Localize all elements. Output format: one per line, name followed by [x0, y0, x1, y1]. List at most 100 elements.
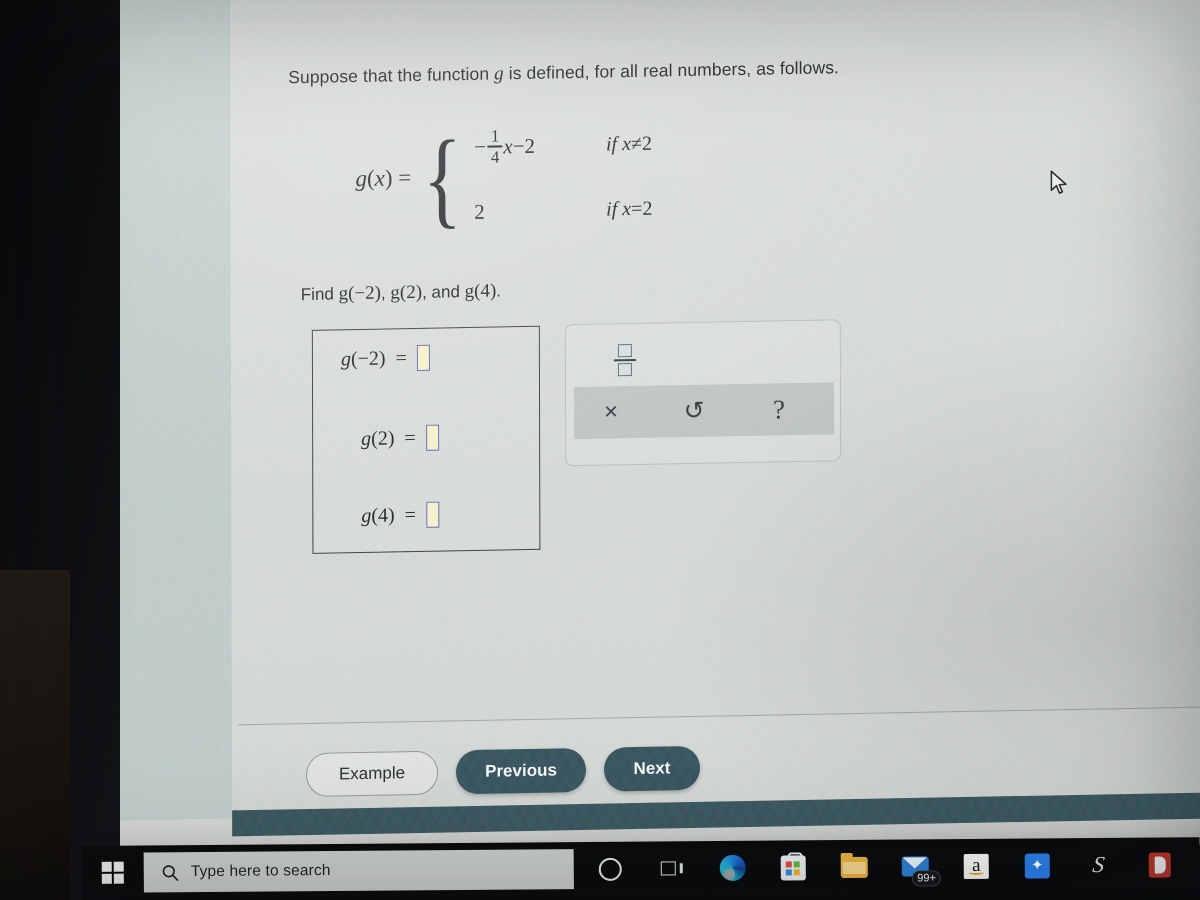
case-2-cond-var: x — [622, 198, 632, 221]
function-close-paren: ) — [384, 164, 393, 191]
search-placeholder-text: Type here to search — [190, 862, 331, 881]
slash-app-icon: S — [1090, 851, 1106, 878]
case-row-1: − 1 4 x −2 if x≠2 — [474, 125, 652, 166]
case-1-if: if — [605, 132, 618, 155]
task-view-icon — [660, 860, 683, 877]
taskbar-item-task-view[interactable] — [641, 841, 702, 895]
function-equals-sign: = — [398, 164, 412, 190]
case-2-cond-op: = — [631, 197, 643, 221]
taskbar-item-file-explorer[interactable] — [824, 840, 885, 894]
windows-logo-icon — [101, 861, 124, 884]
answer-row-2-argument: (2) — [371, 426, 395, 450]
piecewise-function-definition: g(x) = { − 1 4 x −2 if x≠2 2 if x=2 — [355, 118, 653, 239]
screen-plane: Suppose that the function g is defined, … — [30, 0, 1200, 867]
fraction-bar-icon — [613, 359, 636, 362]
answer-row-1-argument: (−2) — [350, 347, 386, 370]
answer-input-g-minus-2[interactable] — [416, 344, 430, 371]
windows-taskbar: Type here to search 99+ a ✦ S — [81, 837, 1200, 900]
case-2-condition: if x=2 — [606, 198, 652, 222]
answer-row-2-equals: = — [404, 426, 416, 449]
taskbar-item-cortana[interactable] — [580, 842, 641, 896]
search-icon — [162, 864, 179, 881]
navigation-buttons: Example Previous Next — [305, 745, 701, 798]
case-1-condition: if x≠2 — [606, 132, 652, 156]
taskbar-item-amazon[interactable]: a — [946, 839, 1007, 893]
case-2-value: 2 — [474, 199, 485, 224]
taskbar-item-office[interactable] — [1129, 837, 1190, 891]
palette-action-row: × ↺ ? — [573, 382, 835, 440]
help-icon[interactable]: ? — [740, 383, 818, 436]
find-item-2: g(2) — [390, 281, 423, 304]
answer-row-1-equals: = — [395, 346, 407, 369]
answer-row-2: g (2) = — [361, 424, 439, 452]
taskbar-pinned-apps: 99+ a ✦ S — [580, 837, 1190, 896]
answer-input-g-4[interactable] — [425, 501, 439, 528]
undo-icon[interactable]: ↺ — [648, 384, 740, 438]
fraction-denominator-placeholder-icon — [617, 362, 632, 377]
find-conjunction: and — [431, 282, 460, 302]
start-button[interactable] — [82, 846, 144, 900]
amazon-icon: a — [963, 853, 989, 879]
next-button[interactable]: Next — [603, 745, 701, 792]
case-2-if: if — [606, 198, 618, 221]
prompt-function-variable: g — [494, 63, 504, 85]
case-row-2: 2 if x=2 — [474, 197, 652, 225]
case-1-expression: − 1 4 x −2 — [473, 125, 606, 167]
answer-row-3-equals: = — [404, 503, 416, 526]
taskbar-item-store[interactable] — [763, 840, 824, 894]
case-1-cond-var: x — [622, 132, 632, 155]
find-item-3: g(4) — [464, 280, 497, 303]
find-period: . — [496, 281, 502, 301]
case-1-cond-val: 2 — [641, 132, 653, 155]
find-instruction: Find g(−2), g(2), and g(4). — [301, 280, 501, 306]
case-1-sign: − — [473, 134, 486, 159]
microsoft-store-icon — [780, 854, 806, 881]
answer-row-1-function: g — [340, 347, 351, 370]
mail-unread-badge: 99+ — [912, 870, 941, 887]
function-argument: x — [374, 165, 385, 191]
palette-template-row — [566, 328, 840, 385]
answer-input-g-2[interactable] — [425, 424, 439, 451]
find-item-1: g(−2) — [338, 282, 381, 305]
case-1-fraction: 1 4 — [487, 126, 503, 167]
office-icon — [1148, 852, 1170, 877]
find-comma-1: , — [380, 283, 386, 303]
answer-row-2-function: g — [361, 427, 372, 450]
function-name: g — [355, 165, 367, 191]
case-2-expression: 2 — [474, 198, 606, 225]
taskbar-item-edge[interactable] — [702, 841, 763, 895]
taskbar-search-input[interactable]: Type here to search — [143, 849, 574, 893]
find-label: Find — [300, 284, 334, 305]
cortana-circle-icon — [598, 857, 622, 881]
case-1-variable: x — [503, 133, 513, 158]
answer-row-3-function: g — [361, 504, 372, 527]
edge-browser-icon — [719, 854, 746, 881]
answer-row-3: g (4) = — [361, 501, 439, 529]
previous-button[interactable]: Previous — [455, 747, 587, 795]
case-1-cond-op: ≠ — [630, 132, 643, 155]
prompt-text-before: Suppose that the function — [288, 63, 490, 88]
case-2-cond-val: 2 — [642, 197, 653, 220]
taskbar-item-mail[interactable]: 99+ — [885, 839, 946, 893]
function-left-hand-side: g(x) = — [355, 165, 411, 192]
answer-row-1: g (−2) = — [340, 344, 430, 373]
fraction-numerator-placeholder-icon — [617, 344, 632, 358]
dropbox-icon: ✦ — [1024, 852, 1050, 879]
case-1-denominator: 4 — [490, 147, 500, 167]
case-1-tail: −2 — [512, 133, 536, 158]
answer-panel: g (−2) = g (2) = g (4) = — [311, 325, 541, 554]
file-explorer-folder-icon — [840, 856, 868, 878]
answer-row-3-argument: (4) — [371, 503, 395, 527]
case-brace: { — [422, 118, 462, 239]
desk-surface — [0, 570, 70, 900]
example-button[interactable]: Example — [305, 750, 439, 798]
taskbar-item-dropbox[interactable]: ✦ — [1007, 838, 1068, 892]
fraction-template-icon[interactable] — [608, 338, 642, 383]
case-1-numerator: 1 — [490, 126, 500, 146]
case-list: − 1 4 x −2 if x≠2 2 if x=2 — [474, 125, 653, 225]
taskbar-item-slash-app[interactable]: S — [1068, 838, 1129, 892]
clear-icon[interactable]: × — [574, 386, 648, 439]
math-tool-palette: × ↺ ? — [564, 319, 842, 467]
laptop-screen-photo: Suppose that the function g is defined, … — [0, 0, 1200, 900]
find-comma-2: , — [422, 282, 427, 302]
